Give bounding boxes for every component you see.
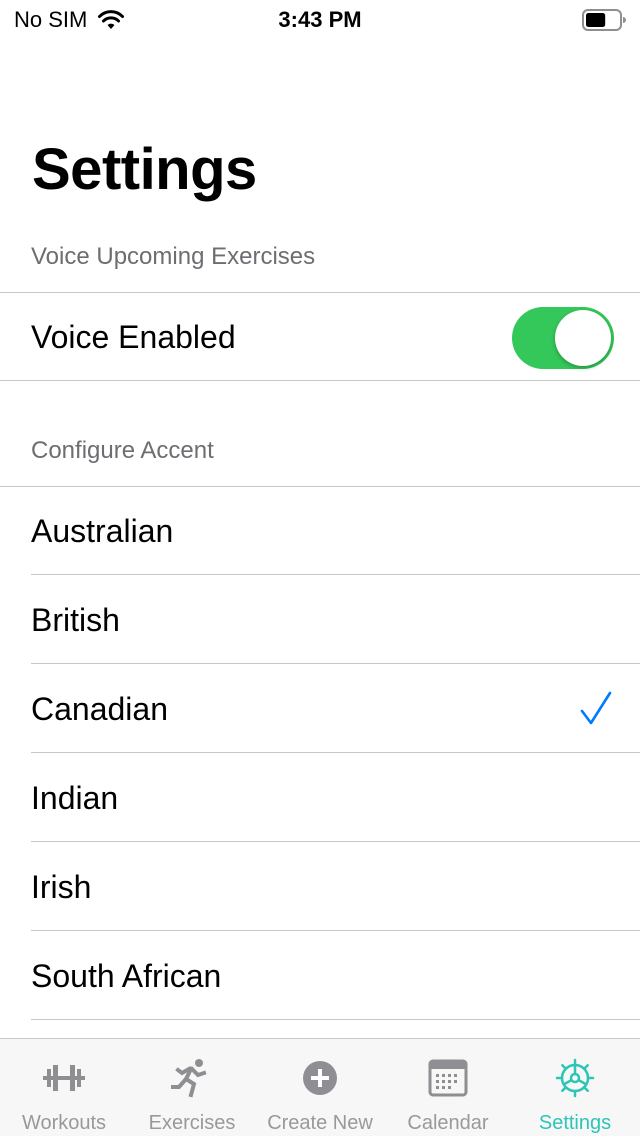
divider	[31, 574, 640, 575]
divider	[31, 841, 640, 842]
tab-create-new[interactable]: Create New	[256, 1039, 384, 1136]
accent-option-south-african[interactable]: South African	[0, 932, 640, 1020]
accent-option-british[interactable]: British	[0, 576, 640, 664]
voice-enabled-row: Voice Enabled	[0, 293, 640, 381]
divider	[31, 752, 640, 753]
voice-enabled-toggle[interactable]	[512, 307, 614, 369]
tab-label: Settings	[538, 1112, 612, 1134]
tab-label: Calendar	[407, 1112, 489, 1134]
tab-workouts[interactable]: Workouts	[8, 1039, 120, 1136]
divider	[0, 380, 640, 381]
tab-label: Workouts	[21, 1112, 107, 1134]
tab-exercises[interactable]: Exercises	[136, 1039, 248, 1136]
battery-fill	[586, 13, 606, 27]
tab-calendar[interactable]: Calendar	[392, 1039, 504, 1136]
accent-option-label: South African	[31, 957, 222, 994]
dumbbell-icon	[43, 1065, 85, 1091]
accent-section-header: Configure Accent	[31, 437, 214, 464]
accent-option-label: Australian	[31, 512, 174, 549]
tab-settings[interactable]: Settings	[519, 1039, 631, 1136]
plus-circle-icon	[303, 1061, 337, 1095]
accent-option-canadian[interactable]: Canadian	[0, 665, 640, 753]
accent-option-label: British	[31, 601, 120, 638]
accent-option-indian[interactable]: Indian	[0, 754, 640, 842]
gear-icon	[555, 1058, 595, 1098]
toggle-knob	[555, 310, 611, 366]
page-title: Settings	[32, 137, 257, 202]
accent-option-label: Irish	[31, 868, 92, 905]
status-time: 3:43 PM	[278, 7, 362, 32]
divider	[31, 663, 640, 664]
voice-enabled-label: Voice Enabled	[31, 318, 236, 355]
accent-option-australian[interactable]: Australian	[0, 487, 640, 575]
checkmark-icon	[580, 691, 612, 725]
divider	[31, 1019, 640, 1020]
accent-option-label: Canadian	[31, 690, 168, 727]
calendar-icon	[428, 1059, 468, 1097]
divider	[31, 930, 640, 931]
status-bar: No SIM 3:43 PM	[0, 0, 640, 40]
accent-option-label: Indian	[31, 779, 119, 816]
tab-bar: Workouts Exercises Create New Calendar S…	[0, 1038, 640, 1136]
accent-option-irish[interactable]: Irish	[0, 843, 640, 931]
tab-label: Exercises	[148, 1112, 236, 1134]
settings-screen: No SIM 3:43 PM Settings Voice Upcoming E…	[0, 0, 640, 1136]
runner-icon	[171, 1059, 207, 1098]
voice-section-header: Voice Upcoming Exercises	[31, 243, 316, 270]
battery-icon	[582, 9, 626, 31]
tab-label: Create New	[267, 1112, 373, 1134]
